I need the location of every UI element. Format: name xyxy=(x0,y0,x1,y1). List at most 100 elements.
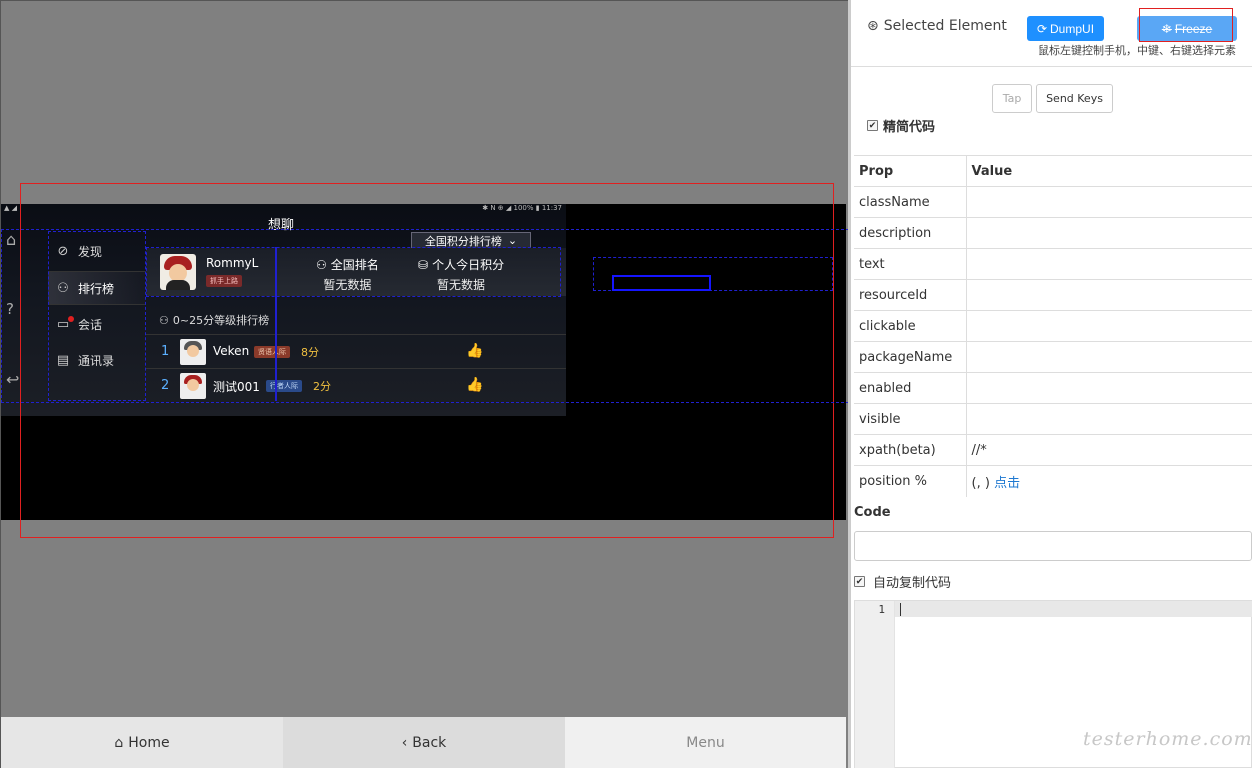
nav-item-leaderboard[interactable]: ⚇ 排行榜 xyxy=(48,271,145,305)
prop-value xyxy=(966,279,1252,311)
chevron-left-icon: ‹ xyxy=(401,735,408,751)
prop-key: packageName xyxy=(854,341,967,373)
menu-button[interactable]: Menu xyxy=(565,717,846,768)
nav-item-contacts[interactable]: ▤ 通讯录 xyxy=(48,343,145,377)
app-title: 想聊 xyxy=(268,218,295,233)
back-arrow-icon[interactable]: ↩ xyxy=(6,370,24,389)
auto-copy-toggle[interactable]: ✔ 自动复制代码 xyxy=(854,572,951,591)
prop-key: enabled xyxy=(854,372,967,404)
prop-value: //* xyxy=(966,434,1252,466)
prop-value xyxy=(966,310,1252,342)
nav-label: 通讯录 xyxy=(78,353,115,368)
avatar[interactable] xyxy=(160,254,196,290)
tap-button[interactable]: Tap xyxy=(992,84,1032,113)
row-score: 2分 xyxy=(313,380,331,393)
chat-icon: ▭ xyxy=(54,315,74,333)
device-bottom-nav: ⌂ Home ‹ Back Menu xyxy=(1,717,846,768)
simplify-code-toggle[interactable]: ✔ 精简代码 xyxy=(867,116,935,135)
selected-element-label: Selected Element xyxy=(883,18,1007,34)
home-icon[interactable]: ⌂ xyxy=(6,230,24,249)
prop-value xyxy=(966,248,1252,280)
prop-key: position % xyxy=(854,465,967,497)
leaderboard-title-text: 0~25分等级排行榜 xyxy=(172,314,270,327)
national-rank-value: 暂无数据 xyxy=(323,278,372,292)
nav-label: 会话 xyxy=(78,317,103,332)
prop-value xyxy=(966,372,1252,404)
table-row: packageName xyxy=(854,341,1252,373)
app-area[interactable]: ▲ ◢ ✱ N ⊕ ◢ 100% ▮ 11:37 想聊 ⌂ ? ↩ ⊘ 发现 ⚇… xyxy=(1,204,566,416)
text-cursor xyxy=(900,603,901,616)
medal-icon: ⚇ xyxy=(57,280,69,296)
prop-value xyxy=(966,217,1252,249)
thumbs-up-icon[interactable]: 👍 xyxy=(466,343,483,359)
today-points: ⛁ 个人今日积分 暂无数据 xyxy=(418,256,504,293)
profile-card: RommyL 抓手上路 ⚇ 全国排名 暂无数据 ⛁ 个人今日积分 暂无数据 xyxy=(146,248,566,296)
today-points-label: 个人今日积分 xyxy=(432,258,505,272)
device-preview-pane[interactable]: ▲ ◢ ✱ N ⊕ ◢ 100% ▮ 11:37 想聊 ⌂ ? ↩ ⊘ 发现 ⚇… xyxy=(0,0,848,768)
nav-item-discover[interactable]: ⊘ 发现 xyxy=(48,234,145,268)
compass-icon: ⊘ xyxy=(57,243,69,259)
back-label: Back xyxy=(412,735,447,751)
active-line xyxy=(895,601,1252,617)
medal-icon: ⚇ xyxy=(316,257,327,272)
home-label: Home xyxy=(128,735,170,751)
prop-key: className xyxy=(854,186,967,218)
prop-value: (, ) 点击 xyxy=(966,465,1252,497)
device-screen[interactable]: ▲ ◢ ✱ N ⊕ ◢ 100% ▮ 11:37 想聊 ⌂ ? ↩ ⊘ 发现 ⚇… xyxy=(1,204,846,520)
table-row: description xyxy=(854,217,1252,249)
leaderboard-row[interactable]: 2 测试001 行者人际 2分 👍 xyxy=(146,368,566,402)
dropdown-value: 全国积分排行榜 xyxy=(424,234,502,248)
inspector-header: ⊛ Selected Element ⟳ DumpUI ❄ Freeze 鼠标左… xyxy=(851,0,1252,67)
thumbs-up-icon[interactable]: 👍 xyxy=(466,377,483,393)
status-left: ▲ ◢ xyxy=(4,204,17,212)
position-value: (, ) xyxy=(971,475,990,491)
medal-icon: ⚇ xyxy=(159,313,169,327)
prop-key: xpath(beta) xyxy=(854,434,967,466)
control-hint: 鼠标左键控制手机，中键、右键选择元素 xyxy=(1038,44,1236,57)
contacts-icon: ▤ xyxy=(56,352,70,368)
dump-ui-button[interactable]: ⟳ DumpUI xyxy=(1027,16,1104,41)
column-header-value: Value xyxy=(966,155,1252,187)
selected-element-title: ⊛ Selected Element xyxy=(867,18,1007,34)
table-row: visible xyxy=(854,403,1252,435)
table-row: position % (, ) 点击 xyxy=(854,465,1252,497)
side-navigation: ⊘ 发现 ⚇ 排行榜 ▭ 会话 ▤ 通讯录 xyxy=(48,234,145,409)
ranking-dropdown[interactable]: 全国积分排行榜 ⌄ xyxy=(411,232,531,249)
leaderboard-title: ⚇ 0~25分等级排行榜 xyxy=(159,312,269,328)
column-header-prop: Prop xyxy=(854,155,967,187)
crosshair-icon: ⊛ xyxy=(867,18,879,34)
help-icon[interactable]: ? xyxy=(6,300,24,318)
row-rank: 2 xyxy=(161,378,170,393)
back-button[interactable]: ‹ Back xyxy=(283,717,565,768)
element-actions: Tap Send Keys xyxy=(851,82,1252,114)
nav-item-chat[interactable]: ▭ 会话 xyxy=(48,307,145,341)
refresh-icon: ⟳ xyxy=(1036,21,1048,36)
checkbox-checked-icon[interactable]: ✔ xyxy=(867,120,878,131)
table-row: className xyxy=(854,186,1252,218)
avatar xyxy=(180,373,206,399)
line-number: 1 xyxy=(878,603,885,616)
freeze-highlight-box xyxy=(1139,8,1233,42)
database-icon: ⛁ xyxy=(418,257,429,272)
today-points-value: 暂无数据 xyxy=(437,278,486,292)
position-click-link[interactable]: 点击 xyxy=(994,476,1020,491)
checkbox-checked-icon[interactable]: ✔ xyxy=(854,576,865,587)
status-right: ✱ N ⊕ ◢ 100% ▮ 11:37 xyxy=(482,204,562,212)
table-row: xpath(beta)//* xyxy=(854,434,1252,466)
leaderboard-row[interactable]: 1 Veken 贤语人际 8分 👍 xyxy=(146,334,566,368)
home-icon: ⌂ xyxy=(114,735,124,751)
send-keys-button[interactable]: Send Keys xyxy=(1036,84,1113,113)
properties-table: Prop Value className description text re… xyxy=(854,155,1252,497)
row-level-badge: 行者人际 xyxy=(266,380,302,392)
prop-key: resourceId xyxy=(854,279,967,311)
nav-label: 发现 xyxy=(78,244,103,259)
home-button[interactable]: ⌂ Home xyxy=(1,717,283,768)
editor-gutter: 1 xyxy=(855,601,895,768)
row-name: 测试001 xyxy=(213,380,260,394)
status-bar: ▲ ◢ ✱ N ⊕ ◢ 100% ▮ 11:37 xyxy=(1,204,566,214)
avatar xyxy=(180,339,206,365)
prop-value xyxy=(966,341,1252,373)
code-input[interactable] xyxy=(854,531,1252,561)
national-rank-label: 全国排名 xyxy=(330,258,379,272)
table-header-row: Prop Value xyxy=(854,155,1252,187)
